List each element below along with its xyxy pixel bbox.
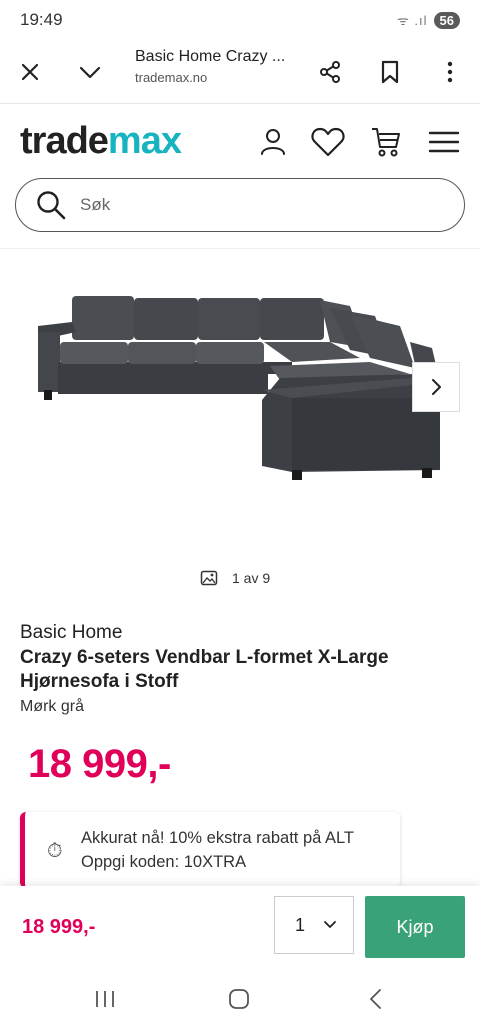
chevron-down-icon xyxy=(79,66,101,78)
system-navigation-bar xyxy=(0,968,480,1029)
buy-button[interactable]: Kjøp xyxy=(365,896,465,958)
share-icon xyxy=(320,60,340,83)
status-right: ᯤ .ıl 56 xyxy=(397,11,460,29)
quantity-select[interactable]: 1 xyxy=(274,896,354,954)
product-image[interactable] xyxy=(30,270,450,500)
product-brand[interactable]: Basic Home xyxy=(20,622,122,644)
recents-icon xyxy=(96,991,114,1007)
account-button[interactable] xyxy=(253,122,293,162)
site-header: trademax xyxy=(0,104,480,180)
bookmark-button[interactable] xyxy=(370,52,410,92)
purchase-bar-price: 18 999,- xyxy=(22,916,96,938)
close-tab-button[interactable] xyxy=(10,52,50,92)
image-icon xyxy=(200,570,218,586)
promo-banner[interactable]: ⏱ Akkurat nå! 10% ekstra rabatt på ALT O… xyxy=(20,812,400,888)
promo-text: Akkurat nå! 10% ekstra rabatt på ALT Opp… xyxy=(81,826,354,874)
chevron-down-icon xyxy=(324,921,336,928)
search-input[interactable] xyxy=(80,195,420,215)
recents-button[interactable] xyxy=(90,986,120,1012)
cart-button[interactable] xyxy=(366,122,406,162)
home-button[interactable] xyxy=(224,986,254,1012)
search-bar[interactable] xyxy=(15,178,465,232)
more-vertical-icon xyxy=(447,61,453,82)
chevron-right-icon xyxy=(432,379,441,395)
minimize-button[interactable] xyxy=(70,52,110,92)
share-button[interactable] xyxy=(310,52,350,92)
logo-text-max: max xyxy=(107,120,182,162)
hamburger-menu-icon xyxy=(428,131,460,153)
image-counter: 1 av 9 xyxy=(200,570,270,586)
trademax-logo[interactable]: trademax xyxy=(20,120,182,163)
quantity-value: 1 xyxy=(295,914,306,935)
more-options-button[interactable] xyxy=(430,52,470,92)
back-button[interactable] xyxy=(360,986,390,1012)
wishlist-button[interactable] xyxy=(308,122,348,162)
battery-badge: 56 xyxy=(433,11,460,29)
search-icon[interactable] xyxy=(36,190,66,220)
status-time: 19:49 xyxy=(20,10,63,29)
stopwatch-icon: ⏱ xyxy=(47,840,63,862)
promo-line-1: Akkurat nå! 10% ekstra rabatt på ALT xyxy=(81,829,355,847)
cart-icon xyxy=(372,128,400,157)
browser-toolbar: Basic Home Crazy ... trademax.no xyxy=(0,40,480,104)
next-image-button[interactable] xyxy=(412,362,460,412)
heart-icon xyxy=(311,127,345,157)
close-icon xyxy=(21,63,39,80)
product-price: 18 999,- xyxy=(28,742,171,786)
purchase-bar: 18 999,- 1 Kjøp xyxy=(0,886,480,968)
signal-icon: ᯤ .ıl xyxy=(396,13,428,28)
page-title-area[interactable]: Basic Home Crazy ... trademax.no xyxy=(135,48,300,85)
product-title: Crazy 6-seters Vendbar L-formet X-Large … xyxy=(20,647,389,692)
header-divider xyxy=(0,248,480,249)
promo-line-2: Oppgi koden: 10XTRA xyxy=(81,853,247,871)
menu-button[interactable] xyxy=(424,122,464,162)
back-icon xyxy=(370,989,381,1009)
user-icon xyxy=(261,129,285,155)
page-title: Basic Home Crazy ... xyxy=(135,48,286,65)
status-bar: 19:49 ᯤ .ıl 56 xyxy=(0,0,480,40)
home-icon xyxy=(229,989,249,1009)
bookmark-icon xyxy=(381,60,399,83)
page-url: trademax.no xyxy=(135,70,208,85)
image-counter-text: 1 av 9 xyxy=(232,570,271,586)
logo-text-trade: trade xyxy=(20,120,109,162)
product-variant: Mørk grå xyxy=(20,698,84,715)
